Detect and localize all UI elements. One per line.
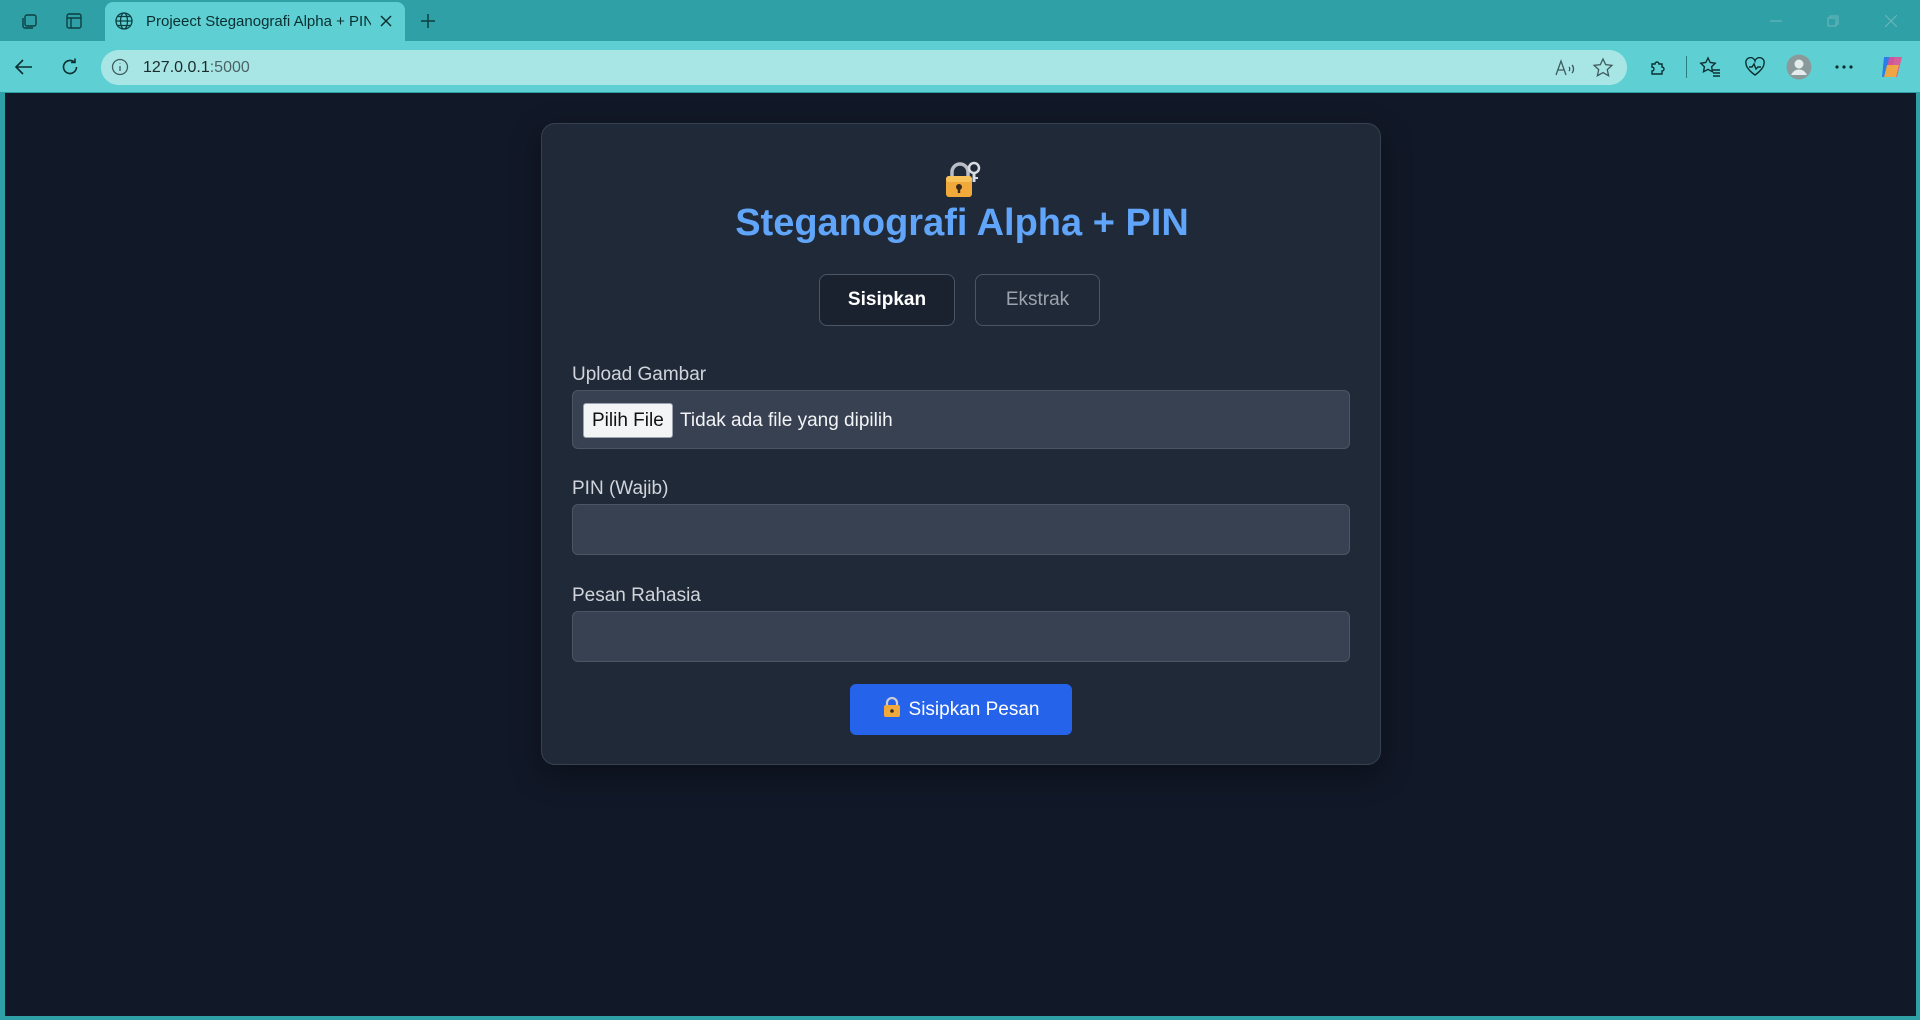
embed-message-label: Sisipkan Pesan <box>908 698 1040 720</box>
page-viewport: Steganografi Alpha + PIN Sisipkan Ekstra… <box>5 93 1916 1016</box>
close-window-icon[interactable] <box>1871 8 1911 34</box>
tab-actions-icon[interactable] <box>61 8 87 34</box>
pin-label: PIN (Wajib) <box>572 478 669 499</box>
read-aloud-icon[interactable] <box>1553 56 1577 80</box>
url-text: 127.0.0.1:5000 <box>143 59 250 76</box>
health-icon[interactable] <box>1741 53 1769 81</box>
pin-input[interactable] <box>572 504 1350 555</box>
secret-message-input[interactable] <box>572 611 1350 662</box>
extensions-icon[interactable] <box>1645 53 1673 81</box>
more-icon[interactable] <box>1830 53 1858 81</box>
browser-tab-bar: Projeect Steganografi Alpha + PIN <box>0 0 1920 41</box>
close-icon[interactable] <box>375 10 397 32</box>
lock-icon <box>883 696 901 724</box>
choose-file-button[interactable]: Pilih File <box>583 403 673 438</box>
globe-icon <box>114 11 134 36</box>
refresh-icon[interactable] <box>56 53 84 81</box>
browser-toolbar: 127.0.0.1:5000 <box>0 41 1920 92</box>
restore-icon[interactable] <box>1813 8 1853 34</box>
tab-ekstrak[interactable]: Ekstrak <box>975 274 1100 326</box>
new-tab-icon[interactable] <box>414 7 442 35</box>
message-label: Pesan Rahasia <box>572 585 701 606</box>
browser-tab[interactable]: Projeect Steganografi Alpha + PIN <box>105 2 405 41</box>
lock-icon <box>943 160 983 200</box>
address-bar[interactable]: 127.0.0.1:5000 <box>101 50 1627 85</box>
toolbar-divider <box>1686 56 1687 78</box>
profile-icon[interactable] <box>1785 53 1813 81</box>
back-icon[interactable] <box>10 53 38 81</box>
tab-title: Projeect Steganografi Alpha + PIN <box>146 13 371 30</box>
info-icon[interactable] <box>111 58 129 81</box>
main-card: Steganografi Alpha + PIN Sisipkan Ekstra… <box>541 123 1381 765</box>
favorite-star-icon[interactable] <box>1591 56 1615 80</box>
minimize-icon[interactable] <box>1756 8 1796 34</box>
file-status-text: Tidak ada file yang dipilih <box>680 410 893 431</box>
workspaces-icon[interactable] <box>17 8 43 34</box>
tab-sisipkan[interactable]: Sisipkan <box>819 274 955 326</box>
favorites-icon[interactable] <box>1696 53 1724 81</box>
copilot-icon[interactable] <box>1878 53 1906 81</box>
embed-message-button[interactable]: Sisipkan Pesan <box>850 684 1072 735</box>
file-upload-field[interactable]: Pilih File Tidak ada file yang dipilih <box>572 390 1350 449</box>
page-title: Steganografi Alpha + PIN <box>735 202 1189 244</box>
upload-label: Upload Gambar <box>572 364 707 385</box>
